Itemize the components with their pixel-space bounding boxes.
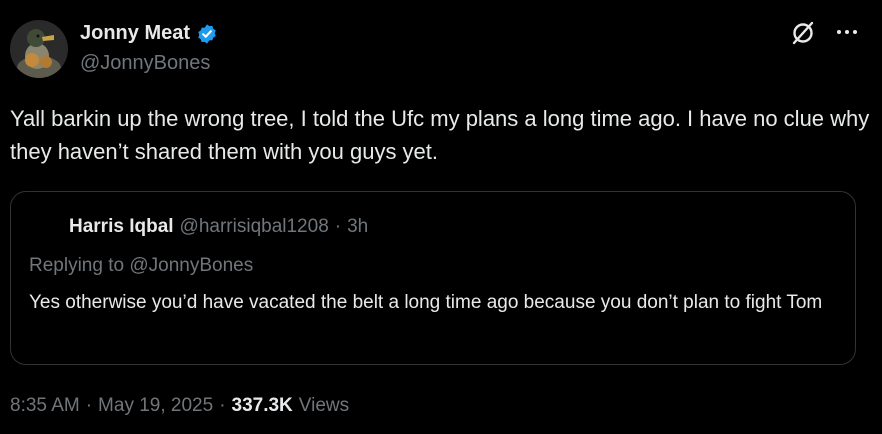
quoted-tweet[interactable]: Harris Iqbal @harrisiqbal1208 · 3h Reply…	[10, 191, 856, 365]
author-display-name[interactable]: Jonny Meat	[80, 22, 190, 45]
views-label: Views	[298, 395, 350, 416]
quoted-tweet-header: Harris Iqbal @harrisiqbal1208 · 3h	[69, 216, 368, 238]
grok-icon[interactable]	[790, 20, 816, 46]
post-date[interactable]: May 19, 2025	[98, 395, 213, 417]
quoted-replying-to: Replying to @JonnyBones	[29, 255, 254, 276]
tweet-footer: 8:35 AM · May 19, 2025 · 337.3K Views	[10, 395, 349, 417]
quoted-handle: @harrisiqbal1208	[179, 216, 329, 237]
tweet-text: Yall barkin up the wrong tree, I told th…	[10, 106, 870, 164]
more-dots-icon[interactable]	[834, 22, 860, 42]
verified-badge-icon[interactable]	[196, 23, 218, 45]
views-count: 337.3K	[231, 395, 293, 416]
author-avatar[interactable]	[10, 20, 68, 78]
post-time[interactable]: 8:35 AM	[10, 395, 80, 417]
quoted-time: 3h	[347, 216, 369, 237]
quoted-separator: ·	[334, 216, 342, 237]
quoted-tweet-text: Yes otherwise you’d have vacated the bel…	[29, 292, 823, 313]
footer-separator: ·	[85, 395, 93, 416]
duck-avatar-icon	[10, 20, 68, 78]
author-handle[interactable]: @JonnyBones	[80, 52, 210, 75]
quoted-display-name: Harris Iqbal	[69, 216, 174, 237]
footer-separator: ·	[219, 395, 226, 416]
author-name-row: Jonny Meat	[80, 22, 218, 45]
